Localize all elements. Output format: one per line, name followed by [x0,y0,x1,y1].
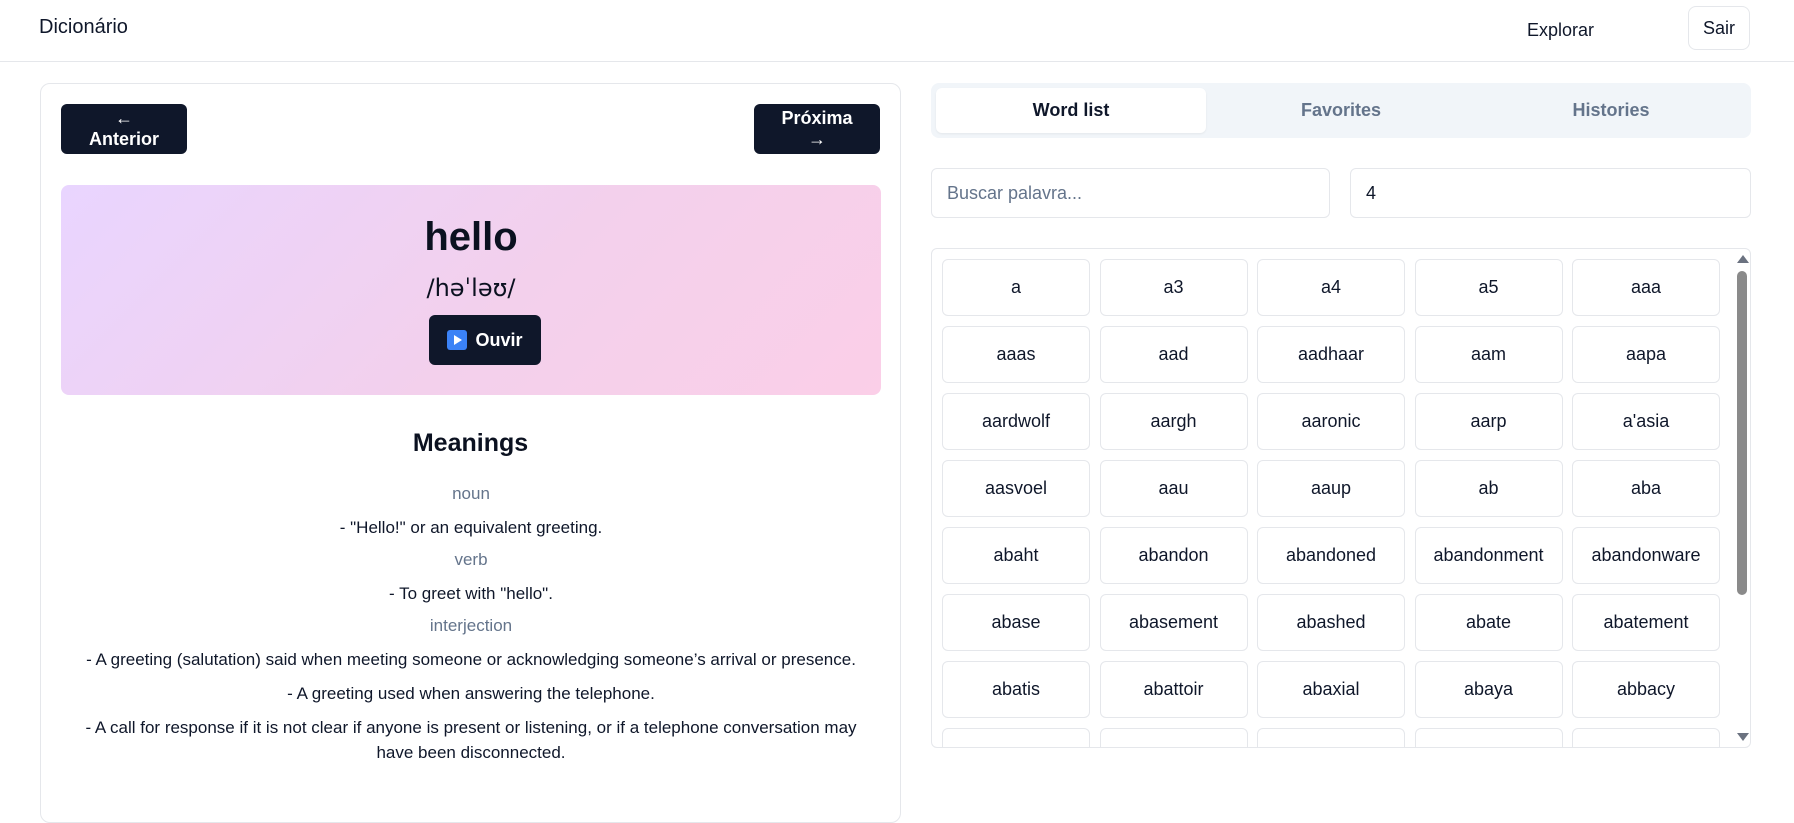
word-list-item[interactable]: abattoir [1099,661,1248,718]
word-list-item[interactable]: abashed [1257,594,1405,651]
word-hero-panel: hello /həˈləʊ/ Ouvir [61,185,881,395]
play-icon [447,330,468,350]
word-list-item[interactable]: abandonment [1414,527,1563,584]
logout-button[interactable]: Sair [1688,6,1750,50]
word-list-item-partial[interactable] [1414,728,1563,747]
app-brand[interactable]: Dicionário [39,16,128,39]
part-of-speech: interjection [429,616,513,635]
word-list-item[interactable]: abandoned [1257,527,1405,584]
word-list-item[interactable]: aardwolf [942,393,1090,450]
word-list-item[interactable]: a [942,259,1090,316]
word-list-item[interactable]: aaronic [1257,393,1405,450]
word-grid: a a3 a4 a5 aaa aaas aad aadhaar aam aapa aardwolf a… [942,259,1721,747]
word-list-item[interactable]: abaht [942,527,1090,584]
tab-favorites[interactable]: Favorites [1206,88,1476,133]
word-title: hello [424,215,518,259]
meaning-block: verb - To greet with "hello". [61,550,881,606]
word-list-item[interactable]: aaa [1572,259,1720,316]
word-list-item[interactable]: aadhaar [1257,326,1405,383]
word-list-item[interactable]: aargh [1099,393,1248,450]
definition: - A greeting used when answering the tel… [287,684,655,703]
word-list-item[interactable]: aaup [1257,460,1405,517]
definition: - A greeting (salutation) said when meet… [86,650,856,669]
word-list-item[interactable]: abase [942,594,1090,651]
next-word-button[interactable]: Próxima → [754,104,880,154]
word-list-item-partial[interactable] [1257,728,1405,747]
meanings-list: noun - "Hello!" or an equivalent greeting… [61,484,881,775]
previous-word-button[interactable]: ← Anterior [61,104,187,154]
tab-histories[interactable]: Histories [1476,88,1746,133]
word-list-item[interactable]: abandonware [1572,527,1720,584]
word-list-item[interactable]: abate [1414,594,1563,651]
word-list-item[interactable]: aapa [1572,326,1720,383]
tab-word-list[interactable]: Word list [936,88,1206,133]
limit-input[interactable] [1350,168,1751,218]
word-list-item[interactable]: abaya [1414,661,1563,718]
word-list-item-partial[interactable] [1099,728,1248,747]
word-list-item[interactable]: aasvoel [942,460,1090,517]
meaning-block: noun - "Hello!" or an equivalent greeting… [61,484,881,540]
word-list-item[interactable]: abasement [1099,594,1248,651]
word-list-item[interactable]: aau [1099,460,1248,517]
word-list-item-partial[interactable] [942,728,1090,747]
word-list-item[interactable]: aad [1099,326,1248,383]
meaning-block: interjection - A greeting (salutation) sa… [61,616,881,765]
word-list-item[interactable]: ab [1414,460,1563,517]
scroll-down-arrow-icon[interactable] [1737,733,1749,741]
word-list-item[interactable]: a'asia [1572,393,1720,450]
listen-label: Ouvir [475,329,523,350]
scroll-up-arrow-icon[interactable] [1737,255,1749,263]
part-of-speech: noun [452,484,490,503]
word-list-item[interactable]: abaxial [1257,661,1405,718]
meanings-heading: Meanings [412,429,529,457]
word-list-item[interactable]: a5 [1414,259,1563,316]
part-of-speech: verb [454,550,488,569]
word-list-item[interactable]: abandon [1099,527,1248,584]
search-input[interactable] [931,168,1330,218]
word-list-item[interactable]: abatement [1572,594,1720,651]
definition: - A call for response if it is not clear… [85,718,857,762]
word-list-item[interactable]: aam [1414,326,1563,383]
word-phonetic: /həˈləʊ/ [426,274,516,302]
definition: - To greet with "hello". [389,584,553,603]
scroll-thumb[interactable] [1737,271,1747,595]
tab-bar: Word list Favorites Histories [931,83,1751,138]
word-list-panel[interactable]: a a3 a4 a5 aaa aaas aad aadhaar aam aapa aardwolf a… [931,248,1751,748]
word-list-scrollbar[interactable] [1734,249,1750,747]
listen-button[interactable]: Ouvir [429,315,541,365]
word-detail-card: ← Anterior Próxima → hello /həˈləʊ/ Ouvi… [40,83,901,823]
explore-link[interactable]: Explorar [1521,9,1600,51]
word-list-item[interactable]: aaas [942,326,1090,383]
top-navbar: Dicionário Explorar Sair [0,0,1794,62]
word-list-item-partial[interactable] [1572,728,1720,747]
word-list-item[interactable]: a3 [1099,259,1248,316]
word-list-item[interactable]: abatis [942,661,1090,718]
definition: - "Hello!" or an equivalent greeting. [339,518,603,537]
word-list-item[interactable]: a4 [1257,259,1405,316]
word-list-item[interactable]: abbacy [1572,661,1720,718]
word-list-item[interactable]: aarp [1414,393,1563,450]
word-list-item[interactable]: aba [1572,460,1720,517]
